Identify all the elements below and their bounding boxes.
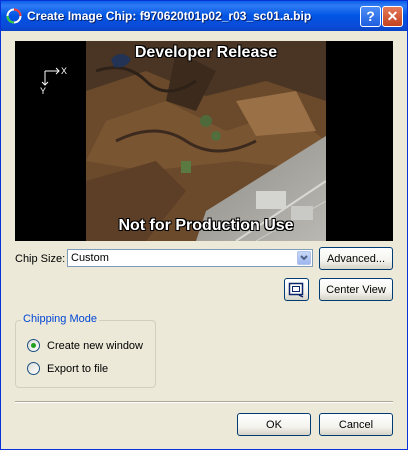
export-to-file-label[interactable]: Export to file <box>47 363 108 375</box>
center-view-button[interactable]: Center View <box>319 278 393 301</box>
chip-size-dropdown[interactable]: Custom <box>67 249 313 267</box>
axis-x-label: X <box>61 66 68 76</box>
create-new-window-radio[interactable] <box>27 339 40 352</box>
axis-arrows-icon <box>41 67 60 86</box>
app-icon <box>6 8 22 24</box>
satellite-imagery <box>86 41 326 241</box>
advanced-button[interactable]: Advanced... <box>319 247 393 270</box>
dropdown-arrow-button[interactable] <box>297 251 311 265</box>
chip-size-value: Custom <box>71 252 109 264</box>
create-image-chip-dialog: Create Image Chip: f970620t01p02_r03_sc0… <box>0 0 408 450</box>
not-for-production-watermark: Not for Production Use <box>118 217 294 234</box>
satellite-image: Developer Release Not for Production Use <box>86 41 326 241</box>
developer-release-watermark: Developer Release <box>134 44 278 61</box>
cancel-button[interactable]: Cancel <box>319 413 393 436</box>
chip-preview[interactable]: X Y Developer Release Not for Production… <box>15 41 393 241</box>
title-bar[interactable]: Create Image Chip: f970620t01p02_r03_sc0… <box>1 1 407 31</box>
selection-box-button[interactable] <box>284 278 309 301</box>
radio-selected-dot <box>31 343 36 348</box>
separator <box>15 401 393 403</box>
window-title: Create Image Chip: f970620t01p02_r03_sc0… <box>27 9 312 23</box>
chip-size-label: Chip Size: <box>15 253 66 265</box>
chevron-down-icon <box>300 255 308 261</box>
close-button[interactable]: ✕ <box>382 6 403 27</box>
chipping-mode-title: Chipping Mode <box>21 313 99 325</box>
selection-frame-icon <box>288 282 304 298</box>
export-to-file-radio[interactable] <box>27 362 40 375</box>
chipping-mode-group <box>15 320 156 388</box>
create-new-window-label[interactable]: Create new window <box>47 340 143 352</box>
ok-button[interactable]: OK <box>237 413 311 436</box>
axis-indicator: X Y <box>39 65 79 105</box>
axis-y-label: Y <box>40 86 47 96</box>
help-button[interactable]: ? <box>360 6 381 27</box>
